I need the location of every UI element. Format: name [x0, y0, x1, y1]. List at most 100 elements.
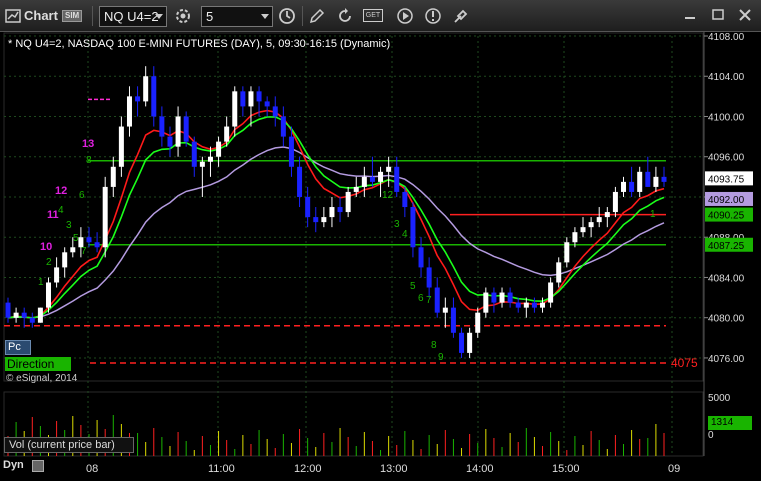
time-label: 15:00	[552, 463, 580, 475]
maximize-icon[interactable]	[710, 8, 726, 22]
toolbar-separator	[92, 6, 93, 26]
candle-body	[62, 252, 68, 268]
candle-body	[70, 247, 76, 253]
candle-body	[604, 212, 610, 218]
time-label: 14:00	[466, 463, 494, 475]
candle-body	[621, 181, 627, 192]
refresh-icon[interactable]	[336, 7, 354, 25]
candle-body	[637, 171, 643, 192]
candle-body	[305, 196, 311, 218]
candle-body	[232, 91, 238, 127]
minimize-icon[interactable]	[682, 8, 698, 22]
candle-body	[54, 267, 60, 283]
symbol-value: NQ U4=2	[104, 9, 159, 24]
candle-body	[653, 176, 659, 187]
count-label-green: 7	[426, 295, 432, 306]
price-tick-label: 4076.00	[708, 354, 745, 365]
candle-body	[37, 307, 43, 323]
candle-body	[531, 302, 537, 308]
close-icon[interactable]	[737, 8, 753, 22]
candle-body	[167, 136, 173, 147]
candle-body	[151, 76, 157, 117]
alert-icon[interactable]	[424, 7, 442, 25]
level-4090-badge: 4090.25	[708, 211, 745, 222]
candle-body	[175, 116, 181, 147]
time-label: 13:00	[380, 463, 408, 475]
symbol-input[interactable]: NQ U4=2	[99, 6, 167, 27]
count-label-magenta: 12	[55, 185, 67, 197]
toolbar: Chart SIM NQ U4=2 5 GET	[0, 0, 761, 32]
candle-body	[523, 302, 529, 308]
pc-indicator[interactable]: Pc	[5, 340, 31, 355]
count-label-green: 9	[438, 352, 444, 363]
candle-body	[248, 91, 254, 107]
candle-body	[135, 96, 141, 102]
candle-body	[507, 292, 513, 303]
count-label-green: 7	[81, 246, 87, 257]
dyn-label: Dyn	[3, 459, 24, 471]
interval-select[interactable]: 5	[201, 6, 273, 27]
news-label: GET	[365, 12, 381, 19]
candle-body	[256, 91, 262, 102]
candle-body	[540, 302, 546, 308]
vol-tick-label: 0	[708, 430, 714, 441]
candle-body	[483, 292, 489, 313]
toolbar-separator	[302, 6, 303, 26]
pencil-icon[interactable]	[308, 7, 326, 25]
candle-body	[588, 222, 594, 228]
plot-border	[3, 32, 704, 382]
candle-body	[21, 312, 27, 318]
candle-body	[361, 176, 367, 187]
play-icon[interactable]	[396, 7, 414, 25]
price-chart[interactable]: 4108.004104.004100.004096.004092.004088.…	[0, 32, 761, 481]
app-label: Chart	[24, 8, 58, 23]
interval-value: 5	[206, 9, 214, 24]
count-label-green: 8	[86, 155, 92, 166]
count-label-green: 5	[410, 281, 416, 292]
time-label: 08	[86, 463, 98, 475]
dyn-toggle-icon[interactable]	[32, 460, 44, 472]
candle-body	[280, 116, 286, 137]
candle-body	[499, 292, 505, 303]
candle-body	[378, 171, 384, 182]
candle-body	[394, 166, 400, 192]
price-tick-label: 4096.00	[708, 153, 745, 164]
candle-body	[5, 302, 11, 318]
candle-body	[580, 227, 586, 233]
time-label: 12:00	[294, 463, 322, 475]
count-label-green: 12	[382, 190, 394, 201]
candle-body	[297, 166, 303, 197]
price-tick-label: 4084.00	[708, 273, 745, 284]
price-tick-label: 4104.00	[708, 72, 745, 83]
level-4075-label: 4075	[671, 356, 698, 370]
time-label: 09	[668, 463, 680, 475]
candle-body	[94, 242, 100, 248]
candle-body	[491, 292, 497, 303]
candle-body	[353, 186, 359, 192]
candle-body	[596, 217, 602, 223]
candle-body	[313, 217, 319, 223]
settings-tool-icon[interactable]	[452, 7, 470, 25]
gear-icon[interactable]	[174, 7, 192, 25]
count-label-green: 1	[38, 277, 44, 288]
price-tick-label: 4100.00	[708, 112, 745, 123]
clock-icon[interactable]	[278, 7, 296, 25]
volume-label: Vol (current price bar)	[4, 437, 134, 453]
candle-body	[629, 181, 635, 192]
candle-body	[288, 136, 294, 167]
candle-body	[418, 247, 424, 268]
candle-body	[572, 232, 578, 243]
count-label-green: 4	[402, 229, 408, 240]
count-label-green: 8	[431, 340, 437, 351]
news-button[interactable]: GET	[363, 9, 383, 22]
candle-body	[159, 116, 165, 137]
candle-body	[426, 267, 432, 288]
candle-body	[475, 312, 481, 333]
second-price-badge: 4092.00	[708, 195, 745, 206]
direction-indicator[interactable]: Direction	[5, 357, 71, 371]
candle-body	[612, 191, 618, 213]
candle-body	[264, 101, 270, 107]
candle-body	[442, 307, 448, 313]
candle-body	[434, 287, 440, 313]
candle-body	[45, 282, 51, 308]
